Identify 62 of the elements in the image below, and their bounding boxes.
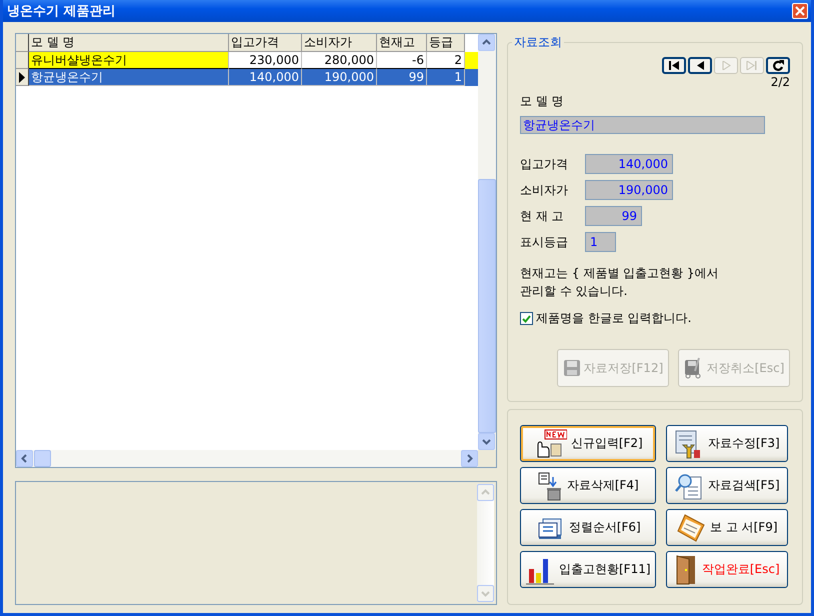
column-header[interactable]: 등급 xyxy=(427,34,465,52)
horizontal-scrollbar[interactable] xyxy=(16,450,478,467)
clipboard-icon xyxy=(676,512,706,542)
close-button[interactable] xyxy=(792,3,808,19)
last-record-icon xyxy=(746,61,758,70)
next-record-icon xyxy=(722,61,730,70)
table-cell: 항균냉온수기 xyxy=(29,69,229,86)
table-cell: 140,000 xyxy=(229,69,302,86)
vertical-scrollbar[interactable] xyxy=(478,34,496,450)
field-label: 입고가격 xyxy=(520,156,569,172)
door-icon xyxy=(674,554,698,586)
chart-button[interactable]: 입출고현황[F11] xyxy=(520,551,656,588)
previous-record-icon xyxy=(696,61,704,70)
input-field[interactable]: 190,000 xyxy=(585,180,673,200)
row-header[interactable] xyxy=(16,52,29,69)
input-field[interactable]: 140,000 xyxy=(585,154,673,174)
checkbox[interactable] xyxy=(520,312,533,325)
input-field[interactable]: 1 xyxy=(585,232,616,252)
refresh-button[interactable] xyxy=(766,57,790,74)
memo-area[interactable] xyxy=(15,481,497,605)
first-record-icon xyxy=(668,61,680,70)
delete-button[interactable]: 자료삭제[F4] xyxy=(520,467,656,504)
field-label: 소비자가 xyxy=(520,182,569,198)
header-corner xyxy=(16,34,29,52)
field-label: 표시등급 xyxy=(520,234,569,250)
close-icon xyxy=(795,6,805,16)
refresh-icon xyxy=(772,60,784,71)
table-cell: 1 xyxy=(427,69,465,86)
info-note: 현재고는 { 제품별 입출고현황 }에서 관리할 수 있습니다. xyxy=(520,265,720,300)
scroll-thumb[interactable] xyxy=(34,450,51,467)
edit-button[interactable]: 자료수정[F3] xyxy=(666,425,788,462)
scroll-thumb[interactable] xyxy=(478,179,496,433)
first-record-button[interactable] xyxy=(662,57,686,74)
scrollbar-corner xyxy=(478,450,496,467)
sort-button[interactable]: 정렬순서[F6] xyxy=(520,509,656,546)
row-header[interactable] xyxy=(16,69,29,86)
table-cell: 190,000 xyxy=(302,69,377,86)
report-button[interactable]: 보 고 서[F9] xyxy=(666,509,788,546)
table-cell: 유니버샬냉온수기 xyxy=(29,52,229,69)
check-icon xyxy=(522,314,531,322)
prev-record-button[interactable] xyxy=(688,57,712,74)
table-cell: 99 xyxy=(377,69,427,86)
window-title: 냉온수기 제품관리 xyxy=(7,3,116,20)
table-cell: -6 xyxy=(377,52,427,69)
document-trash-icon xyxy=(536,470,563,500)
search-button[interactable]: 자료검색[F5] xyxy=(666,467,788,504)
current-row-icon xyxy=(19,72,25,82)
column-header[interactable]: 소비자가 xyxy=(302,34,377,52)
field-label: 모 델 명 xyxy=(520,93,565,110)
column-header[interactable]: 모 델 명 xyxy=(29,34,229,52)
field-label: 현 재 고 xyxy=(520,208,565,224)
new-button[interactable]: 신규입력[F2] xyxy=(520,425,656,462)
input-field[interactable]: 99 xyxy=(585,206,642,226)
table-cell: 2 xyxy=(427,52,465,69)
group-title: 자료조회 xyxy=(512,34,564,51)
column-header[interactable]: 현재고 xyxy=(377,34,427,52)
table-cell: 280,000 xyxy=(302,52,377,69)
column-header[interactable]: 입고가격 xyxy=(229,34,302,52)
checkbox-label: 제품명을 한글로 입력합니다. xyxy=(536,310,692,327)
record-counter: 2/2 xyxy=(770,75,790,89)
model-name-field[interactable]: 항균냉온수기 xyxy=(520,116,765,134)
exit-button[interactable]: 작업완료[Esc] xyxy=(666,551,788,588)
